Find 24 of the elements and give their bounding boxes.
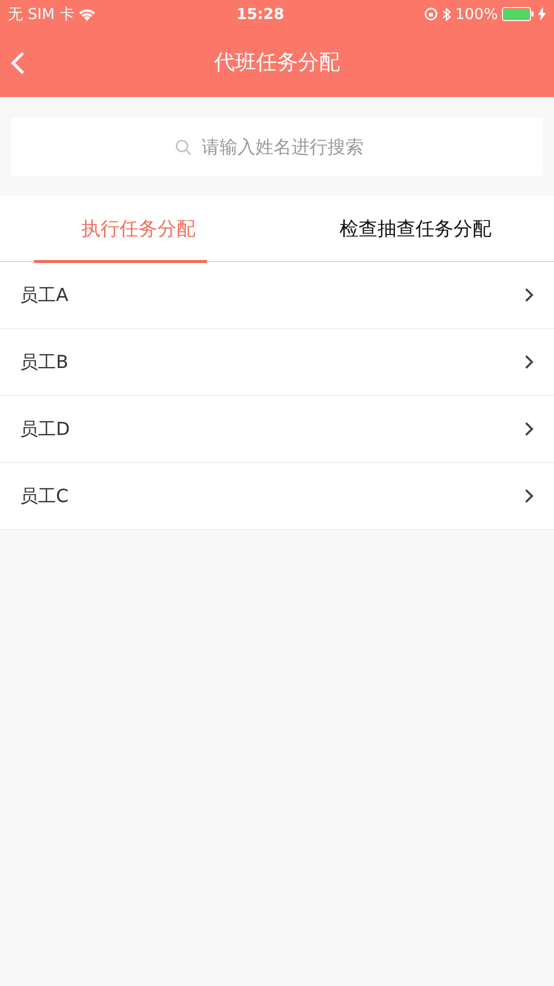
- page-title: 代班任务分配: [214, 48, 340, 76]
- battery-percent: 100%: [455, 4, 498, 25]
- employee-row[interactable]: 员工C: [0, 463, 554, 530]
- chevron-right-icon: [524, 488, 534, 504]
- employee-name: 员工B: [20, 350, 68, 374]
- chevron-right-icon: [524, 287, 534, 303]
- back-button[interactable]: [10, 50, 26, 75]
- chevron-right-icon: [524, 421, 534, 437]
- employee-row[interactable]: 员工B: [0, 329, 554, 396]
- employee-row[interactable]: 员工A: [0, 262, 554, 329]
- tab[interactable]: 检查抽查任务分配: [277, 196, 554, 262]
- chevron-right-icon: [524, 354, 534, 370]
- clock-time: 15:28: [236, 4, 284, 25]
- carrier-text: 无 SIM 卡: [8, 4, 74, 25]
- back-icon: [10, 50, 26, 75]
- search-icon: [174, 138, 192, 156]
- charging-icon: [538, 7, 546, 21]
- bluetooth-icon: [442, 6, 452, 22]
- employee-row[interactable]: 员工D: [0, 396, 554, 463]
- employee-name: 员工C: [20, 484, 69, 508]
- battery-icon: [502, 7, 534, 21]
- employee-name: 员工A: [20, 284, 68, 308]
- wifi-icon: [78, 8, 96, 20]
- employee-name: 员工D: [20, 418, 70, 442]
